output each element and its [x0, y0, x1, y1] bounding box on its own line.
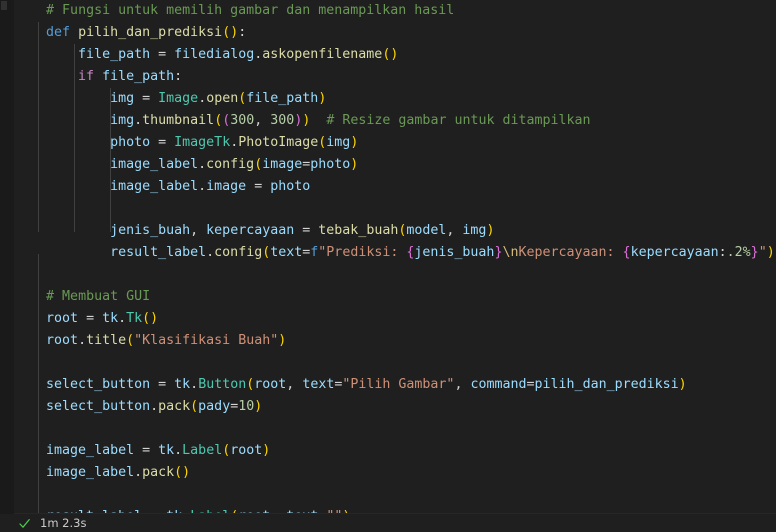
code-line: result_label.config(text=f"Prediksi: {je…	[110, 245, 775, 260]
code-line: # Membuat GUI	[46, 289, 151, 304]
code-line: def pilih_dan_prediksi():	[46, 25, 247, 40]
editor-left-strip	[0, 0, 15, 532]
code-line: file_path = filedialog.askopenfilename()	[78, 47, 399, 62]
code-line: select_button.pack(pady=10)	[46, 399, 263, 414]
code-lines-container: # Fungsi untuk memilih gambar dan menamp…	[14, 0, 776, 532]
code-line: image_label = tk.Label(root)	[46, 443, 271, 458]
code-line: # Fungsi untuk memilih gambar dan menamp…	[46, 3, 455, 18]
code-line: image_label.config(image=photo)	[110, 157, 359, 172]
code-line: image_label.image = photo	[110, 179, 311, 194]
code-editor-window: # Fungsi untuk memilih gambar dan menamp…	[0, 0, 776, 532]
code-line: select_button = tk.Button(root, text="Pi…	[46, 377, 687, 392]
cell-status-bar: 1m 2.3s	[0, 514, 776, 532]
code-line: root = tk.Tk()	[46, 311, 159, 326]
corner-ui-fragment	[1, 1, 7, 10]
comment-token: #	[46, 3, 55, 18]
code-line: jenis_buah, kepercayaan = tebak_buah(mod…	[110, 223, 495, 238]
elapsed-time-label: 1m 2.3s	[40, 516, 87, 530]
code-line: img.thumbnail((300, 300)) # Resize gamba…	[110, 113, 591, 128]
check-icon	[18, 517, 31, 530]
code-line: if file_path:	[78, 69, 183, 84]
code-line: root.title("Klasifikasi Buah")	[46, 333, 287, 348]
code-surface[interactable]: # Fungsi untuk memilih gambar dan menamp…	[14, 0, 776, 532]
code-line: image_label.pack()	[46, 465, 191, 480]
code-line: img = Image.open(file_path)	[110, 91, 327, 106]
code-line: photo = ImageTk.PhotoImage(img)	[110, 135, 359, 150]
